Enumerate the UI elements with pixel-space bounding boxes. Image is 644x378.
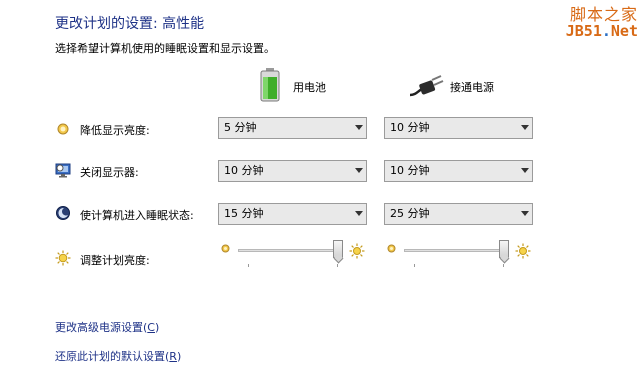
slider-thumb[interactable] (499, 240, 509, 258)
turn-off-display-plugged-value: 10 分钟 (390, 164, 430, 177)
sleep-icon (56, 206, 70, 220)
dim-sun-icon (387, 244, 396, 253)
turn-off-display-plugged-select[interactable]: 10 分钟 (384, 160, 533, 182)
brightness-icon (55, 250, 71, 266)
plan-brightness-label: 调整计划亮度: (80, 254, 150, 267)
watermark-line2: JB51.Net (565, 22, 638, 40)
brightness-battery-slider[interactable] (218, 240, 365, 267)
chevron-down-icon (521, 125, 529, 130)
chevron-down-icon (521, 168, 529, 173)
restore-link-access-key: R (169, 350, 177, 363)
turn-off-display-battery-select[interactable]: 10 分钟 (218, 160, 367, 182)
advanced-power-settings-link[interactable]: 更改高级电源设置(C) (55, 319, 159, 335)
chevron-down-icon (355, 211, 363, 216)
dim-display-plugged-value: 10 分钟 (390, 121, 430, 134)
dim-sun-icon (221, 244, 230, 253)
dim-display-icon (57, 123, 69, 135)
slider-track (238, 249, 343, 252)
sleep-label: 使计算机进入睡眠状态: (80, 209, 194, 222)
slider-thumb[interactable] (333, 240, 343, 258)
advanced-link-text: 更改高级电源设置( (55, 321, 148, 334)
sleep-battery-select[interactable]: 15 分钟 (218, 203, 367, 225)
restore-link-text: 还原此计划的默认设置( (55, 350, 170, 363)
turn-off-display-battery-value: 10 分钟 (224, 164, 264, 177)
chevron-down-icon (355, 125, 363, 130)
bright-sun-icon (349, 243, 365, 259)
sleep-plugged-select[interactable]: 25 分钟 (384, 203, 533, 225)
slider-tick (337, 264, 338, 267)
slider-tick (503, 264, 504, 267)
battery-column-label: 用电池 (293, 81, 326, 94)
page-title: 更改计划的设置: 高性能 (55, 16, 205, 32)
advanced-link-end: ) (154, 321, 160, 334)
plugged-column-header: 接通电源 (408, 68, 518, 104)
dim-display-label: 降低显示亮度: (80, 124, 150, 137)
brightness-plugged-slider[interactable] (384, 240, 531, 267)
restore-defaults-link[interactable]: 还原此计划的默认设置(R) (55, 348, 181, 364)
dim-display-battery-value: 5 分钟 (224, 121, 257, 134)
chevron-down-icon (521, 211, 529, 216)
slider-tick (414, 264, 415, 267)
dim-display-battery-select[interactable]: 5 分钟 (218, 117, 367, 139)
plugged-column-label: 接通电源 (450, 81, 494, 94)
watermark: 脚本之家 JB51.Net (558, 1, 638, 43)
battery-icon (260, 68, 280, 102)
power-plug-icon (409, 75, 444, 97)
turn-off-display-label: 关闭显示器: (80, 166, 139, 179)
battery-column-header: 用电池 (260, 68, 370, 104)
bright-sun-icon (515, 243, 531, 259)
restore-link-end: ) (176, 350, 182, 363)
sleep-battery-value: 15 分钟 (224, 207, 264, 220)
page-subtitle: 选择希望计算机使用的睡眠设置和显示设置。 (55, 42, 275, 55)
sleep-plugged-value: 25 分钟 (390, 207, 430, 220)
slider-tick (248, 264, 249, 267)
dim-display-plugged-select[interactable]: 10 分钟 (384, 117, 533, 139)
advanced-link-access-key: C (147, 321, 155, 334)
slider-track (404, 249, 509, 252)
chevron-down-icon (355, 168, 363, 173)
monitor-icon (55, 163, 71, 178)
